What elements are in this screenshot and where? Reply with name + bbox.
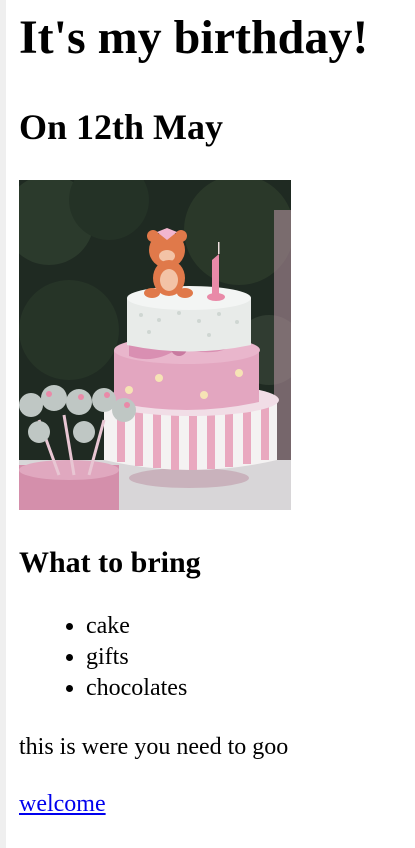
left-edge-bar <box>0 0 6 848</box>
birthday-cake-image <box>19 180 291 510</box>
list-item: cake <box>86 611 415 642</box>
what-to-bring-heading: What to bring <box>19 546 201 579</box>
event-date-heading: On 12th May <box>19 107 224 147</box>
list-item: chocolates <box>86 673 415 704</box>
welcome-link[interactable]: welcome <box>19 789 106 820</box>
list-item: gifts <box>86 642 415 673</box>
page-title: It's my birthday! <box>19 11 369 64</box>
bring-list: cake gifts chocolates <box>19 611 415 704</box>
page-content: It's my birthday! On 12th May What to br… <box>19 0 415 820</box>
location-note: this is were you need to goo <box>19 734 289 760</box>
